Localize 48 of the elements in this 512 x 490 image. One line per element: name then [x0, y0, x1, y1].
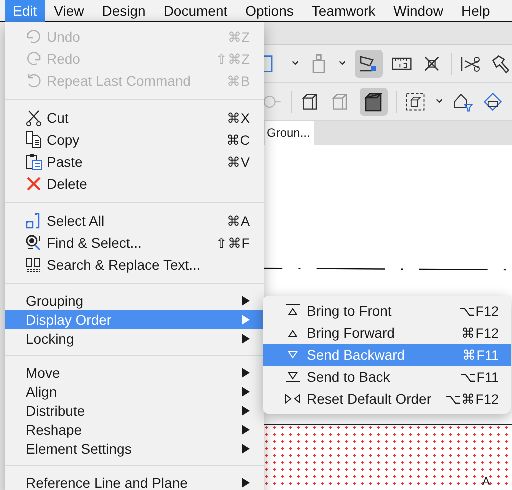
menu-item[interactable]: Bring to Front ⌥F12 — [263, 300, 511, 322]
menu-bar-item[interactable]: Design — [93, 0, 155, 22]
menu-item[interactable]: Search & Replace Text... — [5, 254, 264, 276]
undo-icon — [25, 28, 43, 46]
menu-item[interactable]: Align — [5, 382, 264, 401]
menu-item[interactable]: Find & Select... ⇧⌘F — [5, 232, 264, 254]
menu-item[interactable]: Reshape — [5, 420, 264, 439]
trace-icon[interactable] — [355, 50, 383, 78]
menu-item[interactable]: Paste ⌘V — [5, 151, 264, 173]
reset-order-icon — [285, 392, 301, 406]
menu-item[interactable]: Locking — [5, 329, 264, 348]
menu-bar-item[interactable]: Window — [384, 0, 452, 22]
marker-label: A — [482, 476, 490, 488]
scissors-icon — [25, 109, 43, 127]
menu-bar-item[interactable]: Teamwork — [302, 0, 385, 22]
bring-to-front-icon — [285, 304, 301, 318]
caret-icon[interactable] — [291, 59, 300, 68]
menu-item[interactable]: Reference Line and Plane — [5, 473, 264, 490]
dashed-box-icon[interactable] — [405, 90, 427, 112]
delete-icon — [25, 175, 43, 193]
view-tab[interactable]: Groun... — [265, 121, 314, 145]
menu-item[interactable]: Distribute — [5, 401, 264, 420]
menu-bar-item[interactable]: Document — [154, 0, 237, 22]
menu-bar-item[interactable]: View — [45, 0, 94, 22]
menu-item[interactable]: Grouping — [5, 291, 264, 310]
menu-item[interactable]: Select All ⌘A — [5, 210, 264, 232]
menu-item[interactable]: Delete — [5, 173, 264, 195]
find-icon — [25, 234, 43, 252]
clipboard-icon — [25, 153, 43, 171]
menu-item[interactable]: Move — [5, 363, 264, 382]
binoculars-icon — [25, 256, 43, 274]
menu-bar-item[interactable]: Help — [452, 0, 500, 22]
copy-icon — [25, 131, 43, 149]
hammer-icon[interactable] — [490, 52, 512, 74]
redo-icon — [25, 50, 43, 68]
menu-item[interactable]: Send to Back ⌥F11 — [263, 366, 511, 388]
solid-box-icon[interactable] — [360, 88, 388, 116]
rotated-box-icon[interactable] — [482, 90, 504, 112]
submenu-arrow-icon — [242, 478, 250, 488]
send-to-back-icon — [285, 370, 301, 384]
menu-item[interactable]: Reset Default Order ⌥⌘F12 — [263, 388, 511, 410]
menu-item[interactable]: Cut ⌘X — [5, 107, 264, 129]
caret-icon[interactable] — [435, 97, 444, 106]
menu-item[interactable]: Bring Forward ⌘F12 — [263, 322, 511, 344]
menu-bar-item[interactable]: Options — [236, 0, 303, 22]
menu-item[interactable]: Element Settings — [5, 439, 264, 458]
caret-icon[interactable] — [338, 59, 347, 68]
menu-item[interactable]: Copy ⌘C — [5, 129, 264, 151]
